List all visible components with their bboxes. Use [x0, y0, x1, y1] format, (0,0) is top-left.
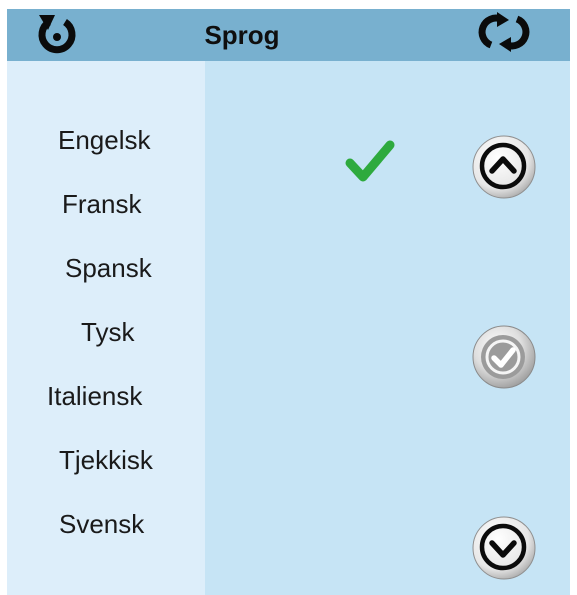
language-item-svensk[interactable]: Svensk [59, 508, 144, 540]
language-list: Engelsk Fransk Spansk Tysk Italiensk Tje… [7, 61, 205, 595]
language-item-tjekkisk[interactable]: Tjekkisk [59, 444, 153, 476]
back-icon[interactable] [35, 13, 79, 55]
language-item-italiensk[interactable]: Italiensk [47, 380, 142, 412]
language-item-engelsk[interactable]: Engelsk [58, 124, 151, 156]
header-bar: Sprog [7, 9, 570, 61]
confirm-button[interactable] [472, 325, 536, 389]
language-item-tysk[interactable]: Tysk [81, 316, 134, 348]
scroll-down-button[interactable] [472, 516, 536, 580]
selected-check-icon [345, 140, 395, 182]
language-item-spansk[interactable]: Spansk [65, 252, 152, 284]
language-item-fransk[interactable]: Fransk [62, 188, 141, 220]
refresh-icon[interactable] [477, 11, 531, 53]
language-screen: Sprog Engelsk Fransk Spansk Tysk Italien… [7, 9, 570, 595]
page-title: Sprog [204, 20, 280, 50]
scroll-up-button[interactable] [472, 135, 536, 199]
